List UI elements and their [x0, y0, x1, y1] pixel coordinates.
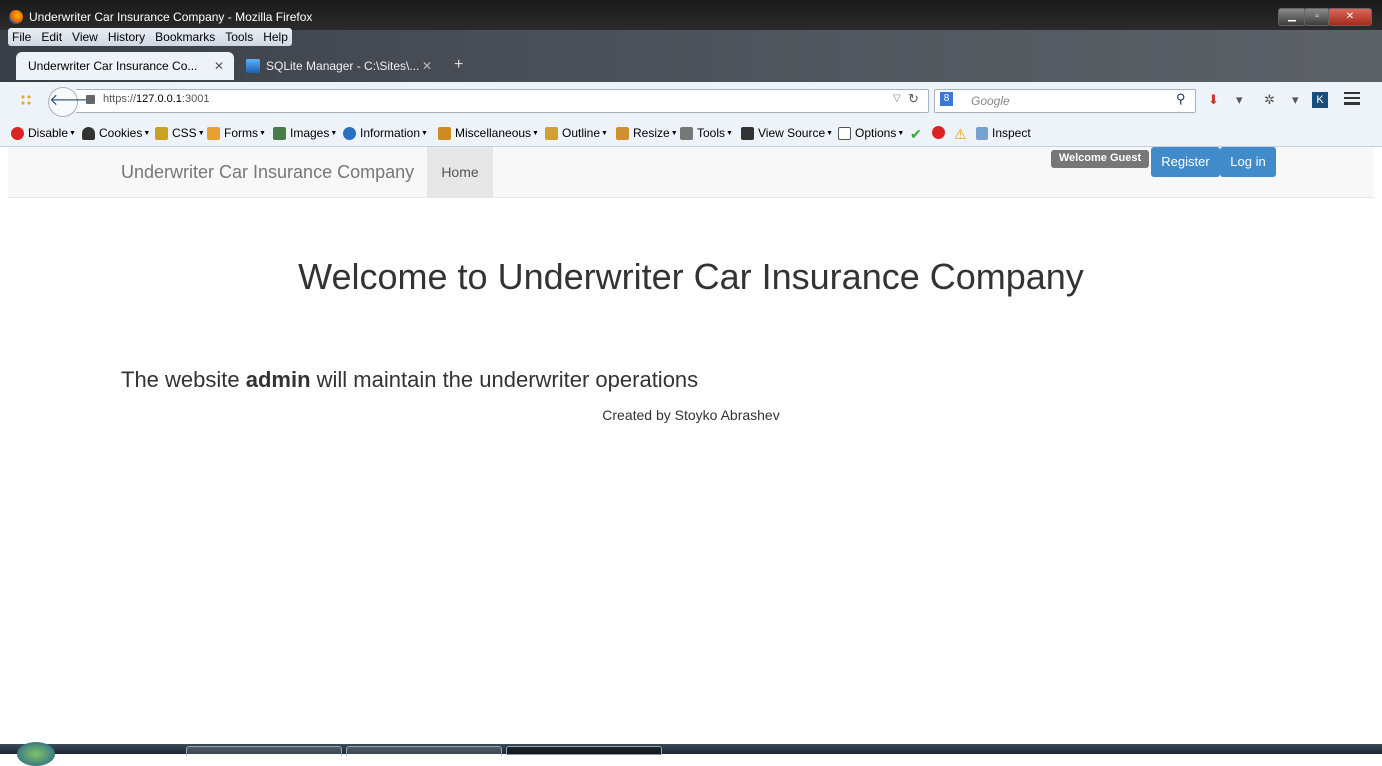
- menu-bookmarks[interactable]: Bookmarks: [155, 30, 215, 44]
- information-icon: [343, 126, 356, 140]
- dev-disable[interactable]: Disable ▼: [11, 126, 76, 140]
- close-icon[interactable]: ✕: [1328, 8, 1372, 26]
- minimize-icon[interactable]: ▁: [1278, 8, 1306, 26]
- menu-edit[interactable]: Edit: [41, 30, 62, 44]
- menu-bar: File Edit View History Bookmarks Tools H…: [8, 28, 292, 46]
- site-brand[interactable]: Underwriter Car Insurance Company: [121, 162, 414, 183]
- nav-home-link[interactable]: Home: [427, 147, 493, 197]
- forms-icon: [207, 126, 220, 140]
- menu-help[interactable]: Help: [263, 30, 288, 44]
- inspect-icon: [976, 126, 988, 140]
- history-dropdown-icon[interactable]: ▽: [893, 93, 901, 104]
- menu-icon[interactable]: [1344, 92, 1360, 105]
- dev-resize[interactable]: Resize ▼: [616, 126, 678, 140]
- chevron-down-icon[interactable]: ▾: [1292, 92, 1299, 108]
- dev-miscellaneous[interactable]: Miscellaneous ▼: [438, 126, 539, 140]
- back-arrow-icon[interactable]: 🡐: [48, 87, 92, 117]
- reload-icon[interactable]: ↻: [908, 91, 919, 107]
- warning-icon[interactable]: ⚠: [954, 126, 967, 143]
- menu-view[interactable]: View: [72, 30, 98, 44]
- start-orb-icon[interactable]: [17, 742, 55, 766]
- error-icon[interactable]: [932, 126, 945, 139]
- google-engine-icon[interactable]: 8: [940, 92, 953, 106]
- downloads-icon[interactable]: ⬇: [1208, 92, 1219, 108]
- outline-icon: [545, 126, 558, 140]
- dev-inspect[interactable]: Inspect: [976, 126, 1031, 140]
- addon-icon[interactable]: ✲: [1264, 92, 1275, 108]
- tab-close-icon[interactable]: ✕: [422, 59, 432, 73]
- register-button[interactable]: Register: [1151, 147, 1220, 177]
- search-placeholder[interactable]: Google: [971, 94, 1010, 108]
- dev-forms[interactable]: Forms ▼: [207, 126, 266, 140]
- tab-close-icon[interactable]: ✕: [214, 59, 224, 73]
- firefox-icon: [9, 10, 23, 24]
- lock-icon[interactable]: [86, 95, 95, 104]
- dev-information[interactable]: Information ▼: [343, 126, 428, 140]
- dev-tools[interactable]: Tools ▼: [680, 126, 733, 140]
- images-icon: [273, 126, 286, 140]
- css-icon: [155, 126, 168, 140]
- extension-k-icon[interactable]: K: [1312, 92, 1328, 108]
- maximize-icon[interactable]: ▫: [1304, 8, 1330, 26]
- new-tab-icon[interactable]: +: [454, 56, 463, 74]
- tab-label: SQLite Manager - C:\Sites\...: [266, 59, 420, 73]
- resize-icon: [616, 126, 629, 140]
- lead-text: The website admin will maintain the unde…: [121, 367, 699, 392]
- miscellaneous-icon: [438, 126, 451, 140]
- tab-label: Underwriter Car Insurance Co...: [28, 59, 198, 73]
- dev-cookies[interactable]: Cookies ▼: [82, 126, 150, 140]
- dev-css[interactable]: CSS ▼: [155, 126, 205, 140]
- cookies-icon: [82, 126, 95, 140]
- menu-history[interactable]: History: [108, 30, 145, 44]
- dev-images[interactable]: Images ▼: [273, 126, 337, 140]
- sqlite-icon: [246, 59, 260, 73]
- menu-file[interactable]: File: [12, 30, 31, 44]
- login-button[interactable]: Log in: [1220, 147, 1276, 177]
- dev-view-source[interactable]: View Source ▼: [741, 126, 833, 140]
- options-icon: [838, 126, 851, 140]
- tab-underwriter[interactable]: Underwriter Car Insurance Co... ✕: [16, 52, 234, 80]
- search-icon[interactable]: ⚲: [1176, 91, 1186, 107]
- page-heading: Welcome to Underwriter Car Insurance Com…: [298, 256, 1084, 297]
- footer-credit: Created by Stoyko Abrashev: [602, 407, 780, 423]
- disable-icon: [11, 126, 24, 140]
- view-source-icon: [741, 126, 754, 140]
- window-title: Underwriter Car Insurance Company - Mozi…: [29, 10, 313, 24]
- menu-tools[interactable]: Tools: [225, 30, 253, 44]
- tab-sqlite-manager[interactable]: SQLite Manager - C:\Sites\... ✕: [234, 52, 442, 80]
- welcome-badge: Welcome Guest: [1051, 150, 1149, 168]
- validation-ok-icon[interactable]: ✔: [910, 126, 922, 143]
- tools-icon: [680, 126, 693, 140]
- dev-outline[interactable]: Outline ▼: [545, 126, 608, 140]
- url-text[interactable]: https://127.0.0.1:3001: [103, 93, 209, 105]
- dev-options[interactable]: Options ▼: [838, 126, 904, 140]
- apps-icon[interactable]: [20, 94, 32, 106]
- chevron-down-icon[interactable]: ▾: [1236, 92, 1243, 108]
